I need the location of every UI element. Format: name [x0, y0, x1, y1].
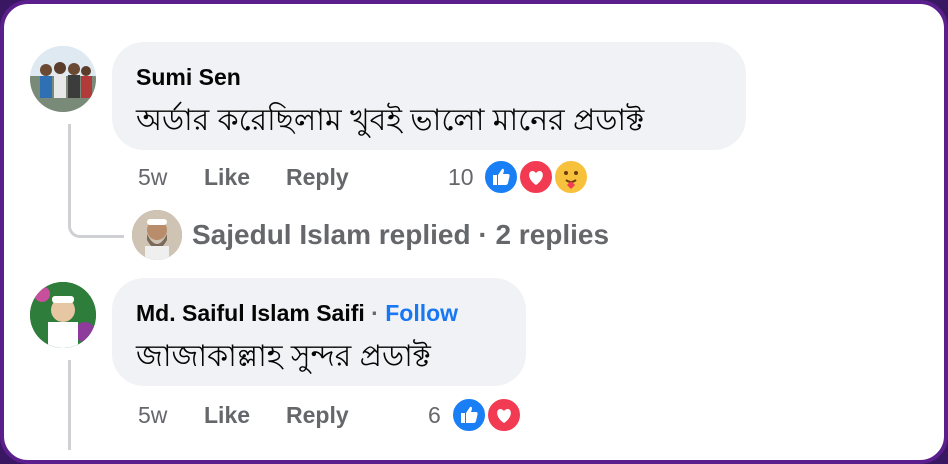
reply-button[interactable]: Reply — [286, 402, 349, 429]
comment-author[interactable]: Md. Saiful Islam Saifi — [136, 300, 365, 326]
replies-link[interactable]: Sajedul Islam replied · 2 replies — [192, 219, 609, 251]
replier-name: Sajedul Islam — [192, 219, 371, 250]
avatar[interactable] — [30, 46, 96, 112]
like-icon[interactable] — [483, 159, 519, 195]
thread-line — [68, 360, 71, 450]
avatar[interactable] — [132, 210, 182, 260]
avatar[interactable] — [30, 282, 96, 348]
like-button[interactable]: Like — [204, 402, 250, 429]
separator: · — [478, 219, 488, 250]
thread-line — [68, 124, 71, 228]
comment-text: অর্ডার করেছিলাম খুবই ভালো মানের প্রডাক্ট — [136, 104, 645, 137]
comment-time[interactable]: 5w — [138, 402, 167, 429]
separator: · — [371, 300, 379, 326]
like-button[interactable]: Like — [204, 164, 250, 191]
comment-header: Md. Saiful Islam Saifi · Follow — [136, 300, 458, 327]
reply-count: 2 replies — [495, 219, 610, 250]
love-icon[interactable] — [486, 397, 522, 433]
love-icon[interactable] — [518, 159, 554, 195]
like-icon[interactable] — [451, 397, 487, 433]
comment-author[interactable]: Sumi Sen — [136, 64, 241, 91]
comment-section-frame: Sumi Sen অর্ডার করেছিলাম খুবই ভালো মানের… — [0, 0, 948, 464]
replied-label: replied — [378, 219, 471, 250]
thread-line-elbow — [68, 224, 124, 238]
follow-button[interactable]: Follow — [385, 300, 458, 326]
care-icon[interactable] — [553, 159, 589, 195]
reaction-count[interactable]: 6 — [428, 402, 441, 429]
reply-button[interactable]: Reply — [286, 164, 349, 191]
comment-text: জাজাকাল্লাহ সুন্দর প্রডাক্ট — [136, 340, 431, 373]
reaction-count[interactable]: 10 — [448, 164, 474, 191]
comment-time[interactable]: 5w — [138, 164, 167, 191]
